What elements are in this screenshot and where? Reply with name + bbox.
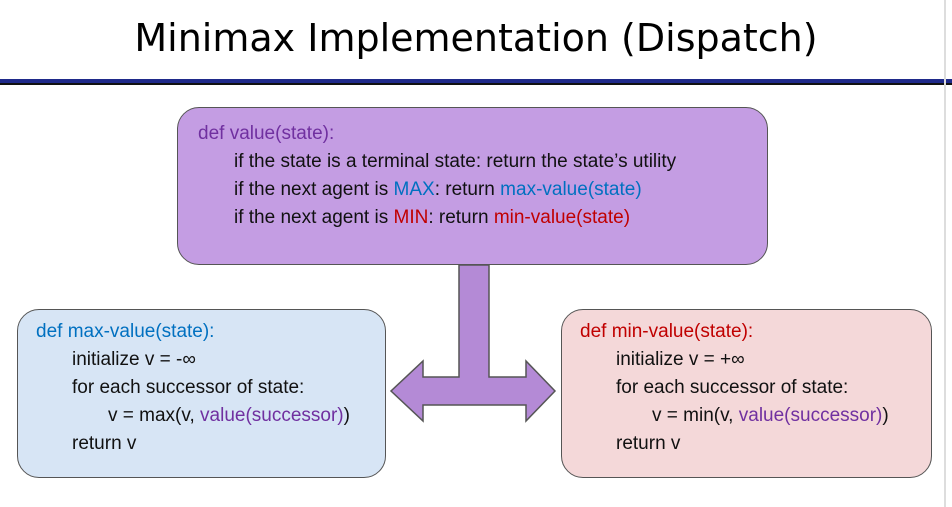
value-min-prefix: if the next agent is	[234, 207, 394, 228]
min-assign-suffix: )	[882, 405, 889, 426]
value-def-line: def value(state):	[198, 123, 335, 144]
min-def-line: def min-value(state):	[580, 321, 754, 342]
min-assign-prefix: v = min(v,	[652, 405, 739, 426]
min-value-function-box: def min-value(state): initialize v = +∞ …	[561, 309, 932, 478]
max-def-line: def max-value(state):	[36, 321, 215, 342]
value-min-line: if the next agent is MIN: return min-val…	[198, 204, 767, 232]
value-min-mid: : return	[428, 207, 494, 228]
min-loop-line: for each successor of state:	[616, 377, 849, 398]
min-return-line: return v	[616, 433, 681, 454]
max-assign-suffix: )	[343, 405, 350, 426]
max-assign-call: value(successor)	[200, 405, 344, 426]
value-min-word: MIN	[393, 207, 429, 228]
value-max-mid: : return	[434, 179, 501, 200]
dispatch-arrow-shape	[389, 264, 557, 423]
value-function-box: def value(state): if the state is a term…	[177, 107, 768, 265]
value-terminal-line: if the state is a terminal state: return…	[234, 151, 677, 172]
min-assign-line: v = min(v, value(successor))	[580, 402, 931, 430]
value-max-line: if the next agent is MAX: return max-val…	[198, 176, 767, 204]
max-assign-line: v = max(v, value(successor))	[36, 402, 385, 430]
value-max-prefix: if the next agent is	[234, 179, 394, 200]
min-init-line: initialize v = +∞	[616, 349, 745, 370]
min-assign-call: value(successor)	[738, 405, 883, 426]
max-init-line: initialize v = -∞	[72, 349, 196, 370]
value-max-call: max-value(state)	[500, 179, 642, 200]
max-assign-prefix: v = max(v,	[108, 405, 201, 426]
max-return-line: return v	[72, 433, 137, 454]
value-max-word: MAX	[393, 179, 435, 200]
value-min-call: min-value(state)	[493, 207, 631, 228]
max-value-function-box: def max-value(state): initialize v = -∞ …	[17, 309, 386, 478]
max-loop-line: for each successor of state:	[72, 377, 305, 398]
